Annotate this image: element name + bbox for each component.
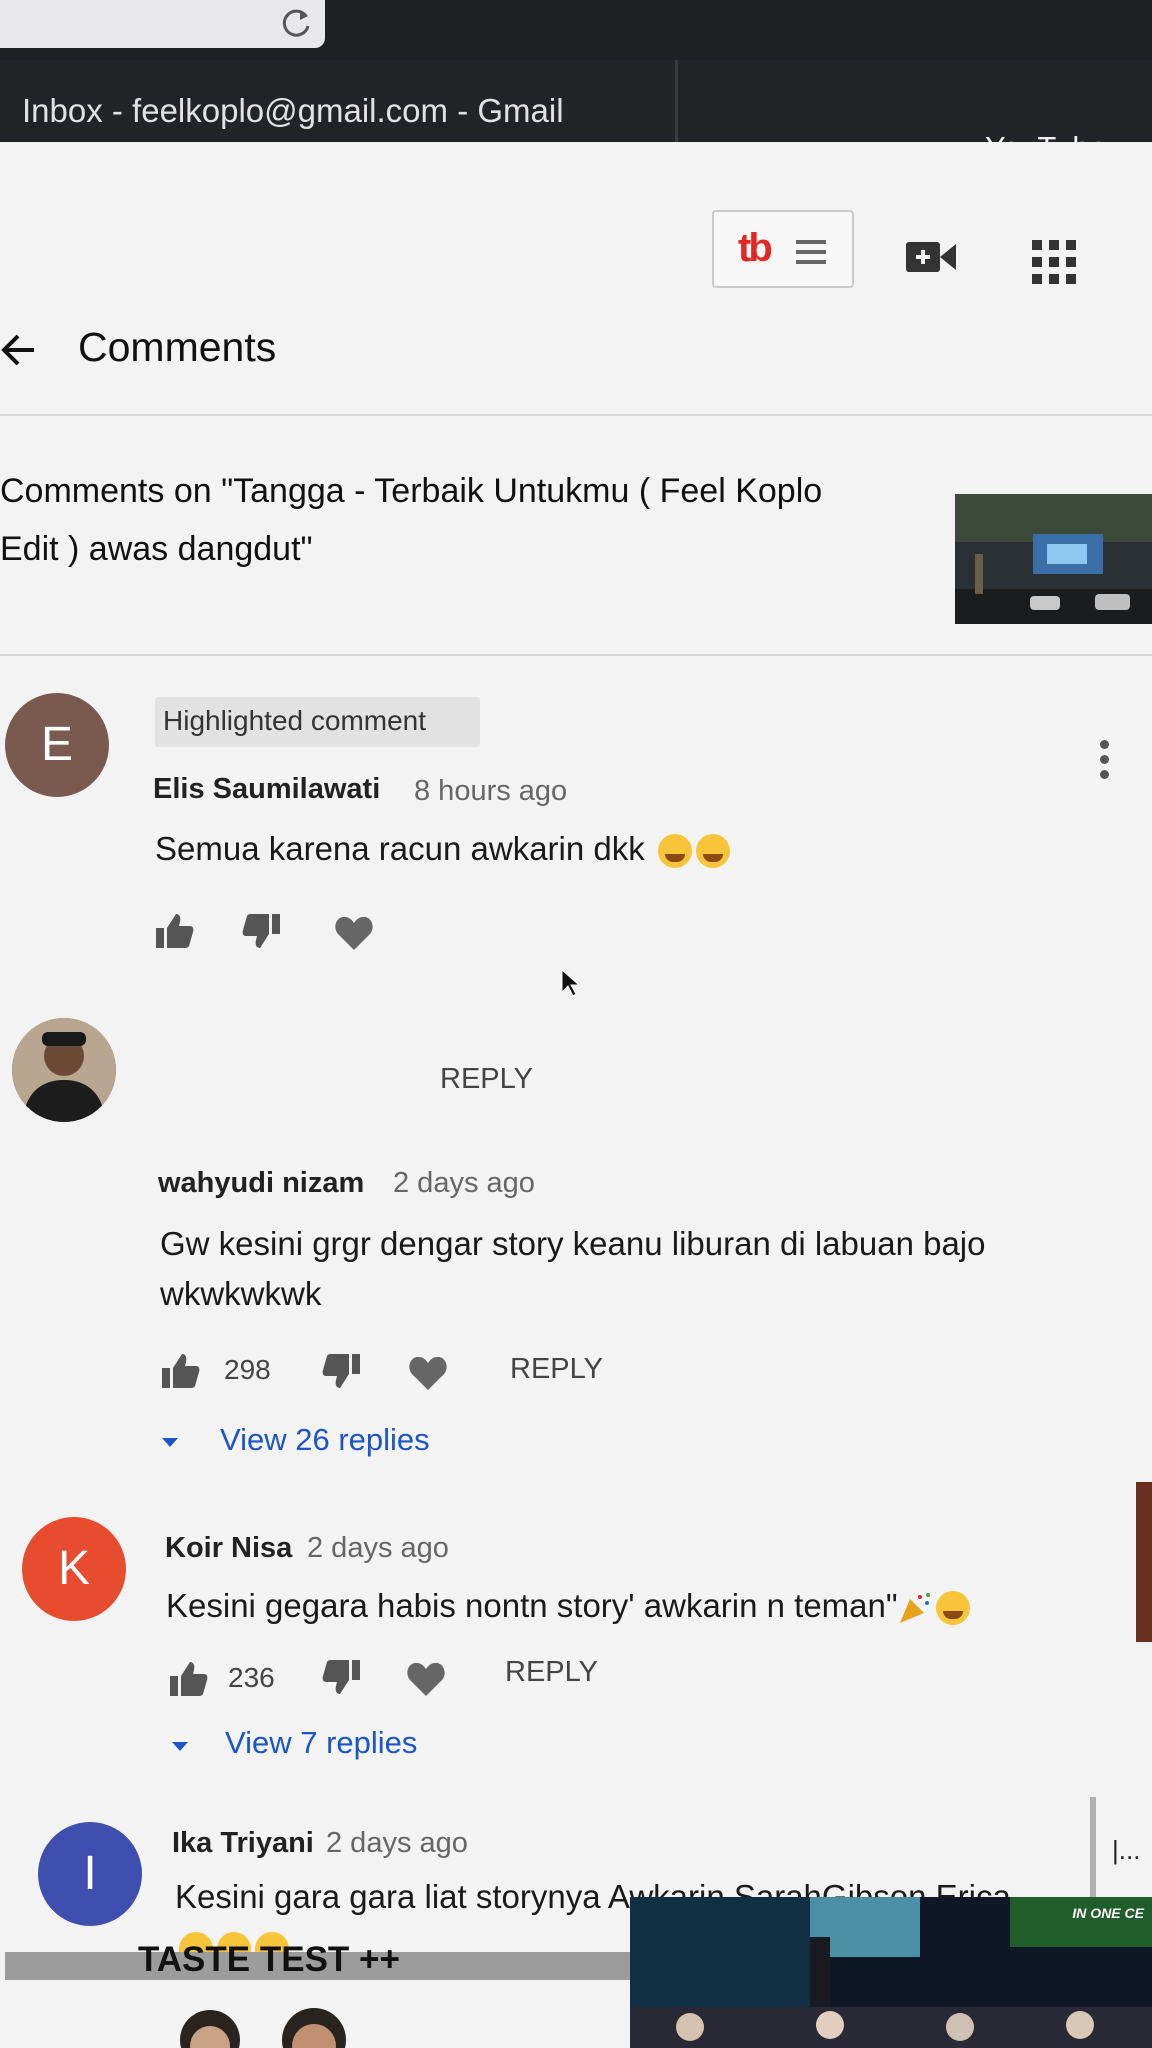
browser-top-bar [0, 0, 1152, 60]
highlighted-comment-badge: Highlighted comment [155, 697, 480, 747]
comment-time[interactable]: 2 days ago [307, 1532, 449, 1565]
divider [0, 654, 1152, 656]
comment-time[interactable]: 2 days ago [393, 1167, 535, 1200]
thumb-up-icon[interactable] [154, 912, 194, 950]
more-vertical-icon[interactable] [1100, 740, 1114, 790]
comment-text: Semua karena racun awkarin dkk [155, 830, 730, 869]
comment-time[interactable]: 2 days ago [326, 1827, 468, 1860]
expand-caret-icon[interactable] [172, 1742, 188, 1751]
tubebuddy-logo: tb [738, 226, 773, 270]
comment-author[interactable]: wahyudi nizam [158, 1167, 364, 1200]
thumb-up-icon[interactable] [160, 1352, 200, 1390]
thumbnail-caption: IN ONE CE [1072, 1905, 1144, 1921]
comment-text-line-1: Gw kesini grgr dengar story keanu libura… [160, 1225, 986, 1262]
video-camera-plus-icon[interactable] [906, 240, 956, 274]
comment-author[interactable]: Koir Nisa [165, 1532, 292, 1565]
video-thumbnail[interactable] [955, 494, 1152, 624]
reply-button[interactable]: REPLY [510, 1353, 603, 1386]
recommended-video-thumbnail[interactable]: IN ONE CE [630, 1897, 1152, 2048]
crying-face-emoji [935, 1591, 970, 1626]
side-ellipsis: |... [1112, 1835, 1141, 1865]
next-video-title[interactable]: TASTE TEST ++ [138, 1940, 400, 1980]
party-popper-emoji [899, 1593, 930, 1624]
like-count: 298 [224, 1354, 271, 1385]
crying-face-emoji [657, 834, 692, 869]
comment-text-line-2: wkwkwkwk [160, 1275, 322, 1312]
reply-button[interactable]: REPLY [505, 1656, 598, 1689]
video-title-line-2: Edit ) awas dangdut" [0, 530, 313, 568]
comment-text: Kesini gegara habis nontn story' awkarin… [166, 1587, 970, 1626]
next-video-thumbnail-faces[interactable] [174, 2000, 394, 2048]
hamburger-icon [796, 240, 826, 270]
heart-icon[interactable] [408, 1354, 448, 1392]
back-arrow-icon[interactable] [0, 328, 40, 372]
avatar[interactable]: I [38, 1822, 142, 1926]
thumb-up-icon[interactable] [168, 1660, 208, 1698]
video-title-line-1: Comments on "Tangga - Terbaik Untukmu ( … [0, 472, 823, 510]
highlighted-comment-label: Highlighted comment [163, 705, 427, 736]
side-thumbnail-edge [1136, 1482, 1152, 1642]
avatar[interactable] [12, 1018, 116, 1122]
reply-button[interactable]: REPLY [440, 1063, 533, 1096]
avatar[interactable]: K [22, 1517, 126, 1621]
comment-author[interactable]: Ika Triyani [172, 1827, 314, 1860]
thumb-down-icon[interactable] [322, 1658, 362, 1696]
comment-time[interactable]: 8 hours ago [414, 775, 567, 808]
expand-caret-icon[interactable] [162, 1438, 178, 1447]
avatar[interactable]: E [5, 693, 109, 797]
youtube-page: tb Comments Comments on "Tangga - Terbai… [0, 142, 1152, 2048]
address-bar-end[interactable] [0, 0, 325, 48]
comment-author[interactable]: Elis Saumilawati [153, 773, 380, 806]
page-title: Comments [78, 324, 277, 370]
tab-gmail-label: Inbox - feelkoplo@gmail.com - Gmail [22, 92, 564, 129]
reload-icon[interactable] [278, 6, 314, 42]
heart-icon[interactable] [334, 914, 374, 952]
divider [0, 414, 1152, 416]
thumb-down-icon[interactable] [322, 1352, 362, 1390]
apps-grid-icon[interactable] [1032, 240, 1076, 284]
heart-icon[interactable] [406, 1660, 446, 1698]
mouse-cursor-icon [561, 968, 581, 997]
view-replies-link[interactable]: View 26 replies [220, 1422, 430, 1458]
thumb-down-icon[interactable] [242, 912, 282, 950]
like-count: 236 [228, 1662, 275, 1693]
tubebuddy-button[interactable]: tb [712, 210, 854, 288]
view-replies-link[interactable]: View 7 replies [225, 1725, 417, 1761]
rolling-laughing-emoji [695, 834, 730, 869]
